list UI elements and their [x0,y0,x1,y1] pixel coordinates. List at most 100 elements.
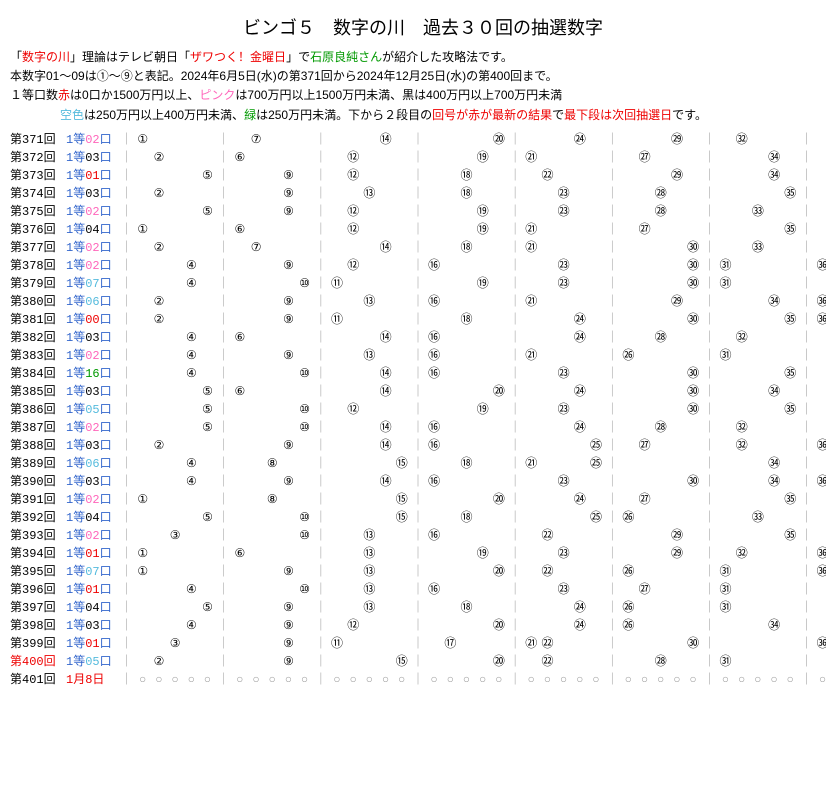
number-cell [814,131,826,149]
number-cell [652,257,668,275]
number-cell [636,329,652,347]
number-cell: ㉘ [652,329,668,347]
number-cell [328,257,344,275]
draw-number: 第393回 [10,527,66,545]
prize-count: 1等07口 [66,275,118,293]
number-cell [782,617,798,635]
number-cell [361,473,377,491]
number-cell [766,527,782,545]
number-cell: ⑫ [345,167,361,185]
group-divider: ｜ [409,653,425,671]
number-cell [474,419,490,437]
number-cell [652,473,668,491]
prize-count: 1等03口 [66,149,118,167]
number-cell [264,131,280,149]
number-cell [328,473,344,491]
number-cell: ⑭ [377,131,393,149]
prize-count: 1等07口 [66,563,118,581]
number-cell: ㉟ [782,365,798,383]
group-divider: ｜ [409,131,425,149]
group-divider: ｜ [215,185,231,203]
number-cell: ○ [361,671,377,689]
number-cell [280,545,296,563]
number-cell [685,149,701,167]
number-cell [296,347,312,365]
draw-number: 第374回 [10,185,66,203]
number-cell [474,329,490,347]
number-cell [587,545,603,563]
number-cell [685,167,701,185]
number-cell [717,527,733,545]
number-cell [150,455,166,473]
table-row: 第397回1等04口｜ ⑤｜ ⑨ ｜ ⑬ ｜ ⑱ ｜ ㉔ ｜㉖ ｜㉛ ｜ ㊵｜ [10,599,826,617]
group-divider: ｜ [118,545,134,563]
number-cell [248,527,264,545]
group-divider: ｜ [215,149,231,167]
number-cell [442,347,458,365]
group-divider: ｜ [312,509,328,527]
number-cell: ㉚ [685,239,701,257]
group-divider: ｜ [118,455,134,473]
number-cell [652,545,668,563]
number-cell [231,635,247,653]
number-cell [328,293,344,311]
number-cell [167,293,183,311]
number-cell [652,437,668,455]
number-cell [328,149,344,167]
number-cell [620,635,636,653]
group-divider: ｜ [798,275,814,293]
number-cell: ㊱ [814,473,826,491]
number-cell [458,617,474,635]
number-cell [717,383,733,401]
number-cell [620,185,636,203]
group-divider: ｜ [409,293,425,311]
group-divider: ｜ [118,203,134,221]
number-cell: ㉔ [571,419,587,437]
number-cell [183,563,199,581]
number-cell [620,131,636,149]
draw-number: 第398回 [10,617,66,635]
number-cell: ④ [183,257,199,275]
group-divider: ｜ [507,257,523,275]
group-divider: ｜ [215,545,231,563]
number-cell [264,545,280,563]
group-divider: ｜ [798,617,814,635]
number-cell [442,563,458,581]
number-cell [264,581,280,599]
number-cell [199,527,215,545]
desc-line-2: 本数字01～09は①～⑨と表記。2024年6月5日(水)の第371回から2024… [10,67,826,86]
number-cell [442,239,458,257]
number-cell [134,185,150,203]
number-cell [749,473,765,491]
number-cell [571,653,587,671]
number-cell [539,365,555,383]
number-cell [345,509,361,527]
number-cell: ⑨ [280,635,296,653]
number-cell [377,203,393,221]
number-cell: ⑳ [490,491,506,509]
number-cell [442,185,458,203]
number-cell [539,203,555,221]
number-cell [490,419,506,437]
number-cell [345,311,361,329]
number-cell [652,599,668,617]
group-divider: ｜ [604,149,620,167]
table-row: 第381回1等00口｜ ② ｜ ⑨ ｜⑪ ｜ ⑱ ｜ ㉔ ｜ ㉚｜ ㉟｜㊱ ｜ [10,311,826,329]
draw-number: 第376回 [10,221,66,239]
number-cell [749,455,765,473]
number-cell [426,653,442,671]
number-cell [248,473,264,491]
t: です。 [672,108,707,122]
group-divider: ｜ [604,239,620,257]
number-cell [248,653,264,671]
number-cell [587,527,603,545]
t: で [552,108,564,122]
group-divider: ｜ [701,437,717,455]
number-cell [458,491,474,509]
number-cell [361,329,377,347]
number-cell [183,131,199,149]
number-cell [555,635,571,653]
number-cell [717,401,733,419]
group-divider: ｜ [409,527,425,545]
number-cell [442,131,458,149]
